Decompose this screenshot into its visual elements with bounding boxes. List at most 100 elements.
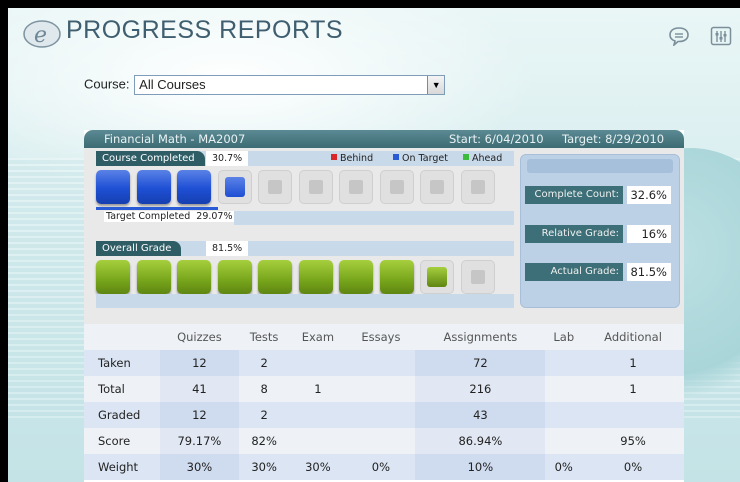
stats-row-total: Total 41 8 1 216 1 xyxy=(84,376,684,402)
stats-row-label: Total xyxy=(84,376,160,402)
partial-fill xyxy=(224,177,245,197)
actual-grade-label: Actual Grade: xyxy=(525,263,623,281)
stats-cell: 8 xyxy=(238,376,290,402)
stats-cell xyxy=(289,350,347,376)
stats-cell: 82% xyxy=(238,428,290,454)
stats-cell xyxy=(346,402,416,428)
completion-box-empty xyxy=(339,170,373,204)
completion-box-empty xyxy=(460,170,495,204)
stats-cell: 12 xyxy=(160,402,239,428)
relative-grade-value: 16% xyxy=(627,225,671,243)
grade-value: 81.5% xyxy=(206,241,249,256)
col-lab: Lab xyxy=(545,324,583,350)
complete-count-label: Complete Count: xyxy=(525,186,623,204)
stats-cell: 41 xyxy=(160,376,239,402)
grade-box-filled xyxy=(177,260,211,294)
completion-box-filled xyxy=(177,170,211,204)
grade-bar-footer xyxy=(96,294,514,308)
stats-row-label: Score xyxy=(84,428,160,454)
stats-row-taken: Taken 12 2 72 1 xyxy=(84,350,684,376)
target-completed-value: 29.07% xyxy=(196,211,233,222)
stats-body: Taken 12 2 72 1 Total 41 8 1 216 1 Graded 12 2 43 Score… xyxy=(84,350,684,480)
stats-cell: 0% xyxy=(545,454,583,480)
completion-box-empty xyxy=(420,170,454,204)
legend-behind-swatch xyxy=(331,154,337,160)
legend-on-target-label: On Target xyxy=(402,153,448,164)
stats-cell: 30% xyxy=(238,454,290,480)
completion-box-partial xyxy=(217,170,252,204)
stats-row-score: Score 79.17% 82% 86.94% 95% xyxy=(84,428,684,454)
logo-letter: e xyxy=(34,23,47,48)
sliders-icon[interactable] xyxy=(710,26,732,46)
stats-table: Quizzes Tests Exam Essays Assignments La… xyxy=(84,324,684,480)
progress-section: Course Completed 30.7% Behind On Target … xyxy=(84,148,684,324)
course-select[interactable]: All Courses ▼ xyxy=(134,75,446,95)
course-panel: Financial Math - MA2007 Start: 6/04/2010… xyxy=(84,130,684,482)
stats-row-weight: Weight 30% 30% 30% 0% 10% 0% 0% xyxy=(84,454,684,480)
grade-label: Overall Grade xyxy=(96,241,182,256)
legend-behind-label: Behind xyxy=(340,153,374,164)
completion-label: Course Completed xyxy=(96,151,205,166)
legend-on-target: On Target xyxy=(393,151,448,166)
stats-cell xyxy=(582,402,684,428)
stats-header-row: Quizzes Tests Exam Essays Assignments La… xyxy=(84,324,684,350)
grade-box-filled xyxy=(298,260,333,294)
stats-cell xyxy=(346,428,416,454)
summary-cap xyxy=(527,159,673,173)
legend-behind: Behind xyxy=(331,151,373,166)
legend-ahead-label: Ahead xyxy=(472,153,503,164)
stats-cell: 2 xyxy=(238,350,290,376)
grade-box-filled xyxy=(136,260,171,294)
stats-cell: 72 xyxy=(415,350,546,376)
course-name: Financial Math - MA2007 xyxy=(104,132,246,146)
col-tests: Tests xyxy=(238,324,290,350)
stats-cell: 216 xyxy=(415,376,546,402)
stats-cell: 86.94% xyxy=(415,428,546,454)
speech-bubble-icon[interactable] xyxy=(668,26,690,46)
stats-cell xyxy=(545,350,583,376)
target-progress-line xyxy=(96,207,218,210)
actual-grade-value: 81.5% xyxy=(627,263,671,281)
course-target-date: Target: 8/29/2010 xyxy=(562,132,665,146)
stats-cell xyxy=(545,428,583,454)
grade-box-partial xyxy=(420,260,454,294)
stats-row-label: Graded xyxy=(84,402,160,428)
grade-box-filled xyxy=(96,260,130,294)
col-assignments: Assignments xyxy=(415,324,546,350)
chevron-down-icon[interactable]: ▼ xyxy=(427,76,445,94)
grade-box-empty xyxy=(460,260,495,294)
stats-cell: 0% xyxy=(582,454,684,480)
grade-summary: Complete Count: 32.6% Relative Grade: 16… xyxy=(520,154,680,308)
col-quizzes: Quizzes xyxy=(160,324,239,350)
course-start-date: Start: 6/04/2010 xyxy=(449,132,544,146)
course-filter: Course: All Courses ▼ xyxy=(84,75,446,95)
completion-box-empty xyxy=(379,170,414,204)
app-logo-icon: e xyxy=(23,20,61,48)
grade-box-filled xyxy=(258,260,292,294)
course-select-value: All Courses xyxy=(139,77,206,92)
col-exam: Exam xyxy=(289,324,347,350)
completion-box-empty xyxy=(258,170,292,204)
grade-box-filled xyxy=(379,260,414,294)
app-window: e PROGRESS REPORTS Course: All Courses ▼… xyxy=(8,8,740,482)
stats-cell: 1 xyxy=(289,376,347,402)
stats-cell: 12 xyxy=(160,350,239,376)
legend-on-target-swatch xyxy=(393,154,399,160)
stats-corner xyxy=(84,324,160,350)
stats-cell xyxy=(289,402,347,428)
completion-box-filled xyxy=(136,170,171,204)
stats-cell: 0% xyxy=(346,454,416,480)
target-completed-label: Target Completed xyxy=(106,211,191,222)
completion-bar-footer xyxy=(234,211,514,225)
grade-box-filled xyxy=(339,260,373,294)
grade-box-filled xyxy=(217,260,252,294)
relative-grade-label: Relative Grade: xyxy=(525,225,623,243)
stats-cell xyxy=(289,428,347,454)
stats-row-graded: Graded 12 2 43 xyxy=(84,402,684,428)
stats-cell: 43 xyxy=(415,402,546,428)
stats-row-label: Weight xyxy=(84,454,160,480)
legend-ahead-swatch xyxy=(463,154,469,160)
stats-cell: 1 xyxy=(582,350,684,376)
stats-cell: 1 xyxy=(582,376,684,402)
col-essays: Essays xyxy=(346,324,416,350)
